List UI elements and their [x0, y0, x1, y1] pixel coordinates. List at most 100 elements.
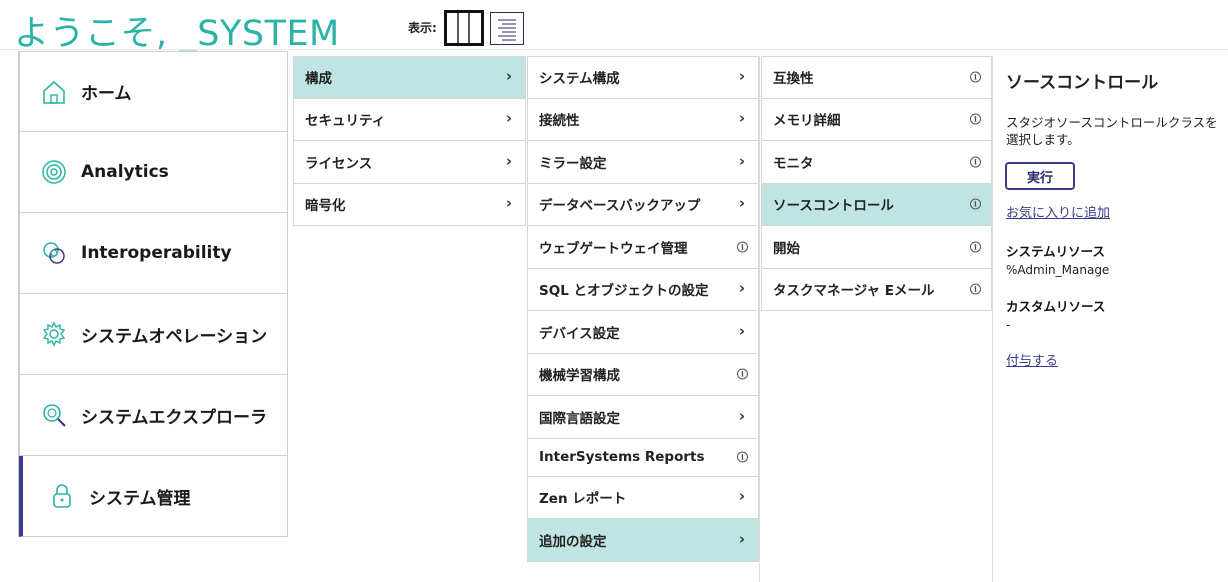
list-view-icon [498, 19, 516, 41]
chevron-right-icon: › [505, 67, 512, 86]
menu-item-security[interactable]: セキュリティ › [293, 98, 526, 141]
menu-item-label: Zen レポート [539, 491, 627, 508]
menu-item-startup[interactable]: 開始 [761, 226, 992, 269]
chevron-right-icon: › [738, 151, 745, 170]
menu-item-label: 暗号化 [305, 198, 346, 215]
info-icon[interactable] [970, 113, 981, 125]
interoperability-icon [43, 242, 65, 264]
main-menu-item-system-admin[interactable]: システム管理 [19, 456, 288, 537]
view-label: 表示: [408, 21, 437, 35]
chevron-right-icon: › [505, 151, 512, 170]
info-icon[interactable] [970, 283, 981, 295]
info-icon[interactable] [737, 451, 748, 463]
menu-item-compatibility[interactable]: 互換性 [761, 56, 992, 99]
add-to-favorites-link[interactable]: お気に入りに追加 [1006, 202, 1110, 221]
menu-item-label: モニタ [773, 155, 814, 172]
detail-description: スタジオソースコントロールクラスを選択します。 [1006, 115, 1218, 147]
list-view-button[interactable] [490, 12, 524, 45]
info-icon[interactable] [970, 156, 981, 168]
menu-item-intersystems-reports[interactable]: InterSystems Reports [527, 438, 759, 477]
chevron-right-icon: › [738, 67, 745, 86]
info-icon[interactable] [737, 241, 748, 253]
menu-item-additional-settings[interactable]: 追加の設定 › [527, 519, 759, 562]
menu-item-system-config[interactable]: システム構成 › [527, 56, 759, 99]
menu-item-label: 機械学習構成 [539, 368, 620, 385]
run-button[interactable]: 実行 [1005, 162, 1075, 190]
analytics-icon [42, 160, 66, 184]
menu-item-label: SQL とオブジェクトの設定 [539, 283, 709, 300]
menu-item-mirror-settings[interactable]: ミラー設定 › [527, 141, 759, 184]
system-resource-value: %Admin_Manage [1006, 263, 1110, 277]
system-resource-label: システムリソース [1006, 244, 1106, 259]
columns-view-button[interactable] [444, 10, 484, 46]
main-menu-item-system-explorer[interactable]: システムエクスプローラ [19, 375, 288, 456]
menu-item-nls-settings[interactable]: 国際言語設定 › [527, 396, 759, 439]
info-icon[interactable] [737, 368, 748, 380]
main-menu-item-interoperability[interactable]: Interoperability [19, 213, 288, 294]
menu-item-label: 追加の設定 [539, 533, 607, 550]
menu-item-license[interactable]: ライセンス › [293, 141, 526, 184]
menu-item-label: システム構成 [539, 71, 620, 88]
chevron-right-icon: › [738, 529, 745, 548]
submenu-column-3: システム構成 › 接続性 › ミラー設定 › データベースバックアップ › ウェブゲート… [527, 56, 760, 582]
custom-resource-label: カスタムリソース [1006, 299, 1106, 314]
menu-item-label: 接続性 [539, 113, 580, 130]
menu-item-web-gateway[interactable]: ウェブゲートウェイ管理 [527, 226, 759, 269]
detail-panel: ソースコントロール スタジオソースコントロールクラスを選択します。 実行 お気に… [1005, 68, 1221, 369]
menu-item-label: タスクマネージャ Eメール [773, 283, 935, 300]
menu-item-memory-details[interactable]: メモリ詳細 [761, 98, 992, 141]
grant-link[interactable]: 付与する [1006, 350, 1058, 369]
menu-item-task-manager-email[interactable]: タスクマネージャ Eメール [761, 268, 992, 311]
chevron-right-icon: › [738, 279, 745, 298]
menu-item-device-settings[interactable]: デバイス設定 › [527, 311, 759, 354]
info-icon[interactable] [970, 71, 981, 83]
main-menu-item-system-operation[interactable]: システムオペレーション [19, 294, 288, 375]
chevron-right-icon: › [505, 194, 512, 213]
chevron-right-icon: › [738, 487, 745, 506]
chevron-right-icon: › [738, 321, 745, 340]
welcome-title: ようこそ, _SYSTEM [14, 14, 340, 54]
columns-view-icon [457, 13, 470, 43]
submenu-column-4: 互換性 メモリ詳細 モニタ ソースコントロール 開始 タスクマネージャ Eメール [761, 56, 993, 582]
submenu-column-2: 構成 › セキュリティ › ライセンス › 暗号化 › [293, 56, 526, 226]
menu-item-label: データベースバックアップ [539, 198, 701, 215]
menu-item-database-backup[interactable]: データベースバックアップ › [527, 183, 759, 226]
menu-item-sql-objects[interactable]: SQL とオブジェクトの設定 › [527, 268, 759, 311]
main-menu-item-analytics[interactable]: Analytics [19, 132, 288, 213]
chevron-right-icon: › [505, 109, 512, 128]
menu-item-label: ライセンス [305, 155, 373, 172]
main-menu-label: ホーム [81, 84, 132, 104]
home-icon [43, 80, 65, 104]
menu-item-ml-config[interactable]: 機械学習構成 [527, 353, 759, 396]
chevron-right-icon: › [738, 194, 745, 213]
main-menu: ホーム Analytics Interoperability システムオペレーシ… [18, 51, 288, 537]
lock-icon [53, 484, 71, 508]
chevron-right-icon: › [738, 109, 745, 128]
menu-item-label: メモリ詳細 [773, 113, 841, 130]
main-menu-item-home[interactable]: ホーム [19, 51, 288, 132]
search-icon [43, 404, 66, 427]
custom-resource-value: - [1006, 318, 1011, 332]
menu-item-label: 構成 [305, 71, 332, 88]
menu-item-label: ミラー設定 [539, 155, 607, 172]
main-menu-label: システムオペレーション [81, 326, 268, 347]
info-icon[interactable] [970, 241, 981, 253]
menu-item-label: 互換性 [773, 71, 814, 88]
menu-item-label: デバイス設定 [539, 325, 620, 342]
menu-item-label: ソースコントロール [773, 198, 894, 215]
menu-item-encryption[interactable]: 暗号化 › [293, 183, 526, 226]
menu-item-source-control[interactable]: ソースコントロール [761, 183, 992, 226]
menu-item-monitor[interactable]: モニタ [761, 141, 992, 184]
main-menu-label: Analytics [81, 162, 169, 182]
menu-item-label: InterSystems Reports [539, 449, 705, 465]
info-icon[interactable] [970, 198, 981, 210]
menu-item-zen-reports[interactable]: Zen レポート › [527, 476, 759, 519]
menu-item-label: 国際言語設定 [539, 410, 620, 427]
main-menu-label: Interoperability [81, 243, 232, 263]
menu-item-configuration[interactable]: 構成 › [293, 56, 526, 99]
main-menu-label: システム管理 [89, 488, 191, 509]
gear-icon [42, 321, 66, 347]
menu-item-label: 開始 [773, 240, 800, 257]
menu-item-label: ウェブゲートウェイ管理 [539, 240, 688, 257]
menu-item-connectivity[interactable]: 接続性 › [527, 98, 759, 141]
